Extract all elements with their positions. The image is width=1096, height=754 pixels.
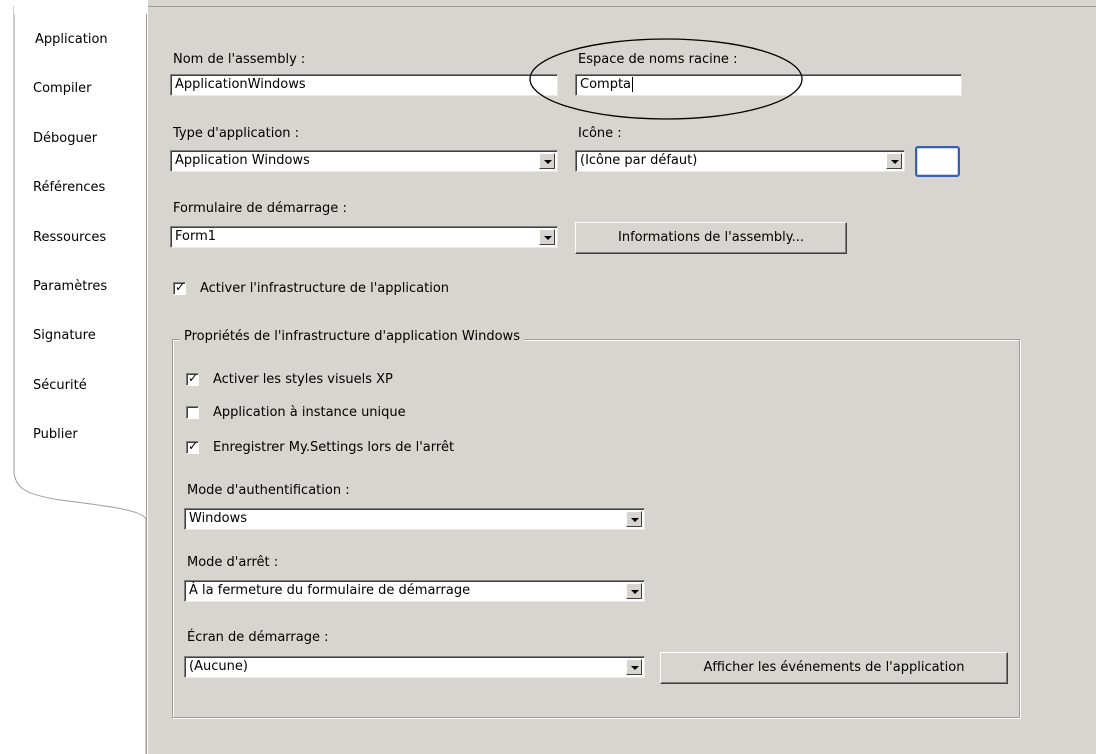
chevron-down-icon[interactable]: [886, 153, 902, 169]
text-cursor: [632, 77, 634, 92]
active-tab-cap: [14, 6, 148, 14]
icon-select[interactable]: (Icône par défaut): [575, 150, 905, 172]
enable-framework-checkbox[interactable]: ✓: [173, 280, 186, 295]
chevron-down-icon[interactable]: [539, 153, 555, 169]
tab-parametres[interactable]: Paramètres: [33, 279, 107, 294]
auth-mode-value: Windows: [189, 511, 248, 526]
assembly-name-input[interactable]: ApplicationWindows: [170, 74, 558, 96]
icon-preview: [915, 146, 960, 177]
app-type-label: Type d'application :: [173, 126, 300, 141]
startup-form-value: Form1: [175, 229, 217, 244]
single-instance-label: Application à instance unique: [213, 405, 406, 420]
view-events-button[interactable]: Afficher les événements de l'application: [660, 652, 1008, 684]
chevron-down-icon[interactable]: [626, 583, 642, 599]
chevron-down-icon[interactable]: [539, 229, 555, 245]
check-icon: ✓: [188, 439, 199, 453]
startup-form-select[interactable]: Form1: [170, 226, 558, 248]
tab-deboguer[interactable]: Déboguer: [33, 131, 97, 146]
startup-form-label: Formulaire de démarrage :: [173, 201, 347, 216]
shutdown-mode-value: À la fermeture du formulaire de démarrag…: [189, 583, 471, 598]
shutdown-mode-select[interactable]: À la fermeture du formulaire de démarrag…: [184, 580, 645, 602]
auth-mode-label: Mode d'authentification :: [187, 483, 350, 498]
tab-compiler[interactable]: Compiler: [33, 81, 92, 96]
root-namespace-label: Espace de noms racine :: [578, 52, 738, 67]
assembly-name-label: Nom de l'assembly :: [173, 52, 306, 67]
chevron-down-icon[interactable]: [626, 511, 642, 527]
enable-framework-label: Activer l'infrastructure de l'applicatio…: [200, 281, 450, 296]
tab-publier[interactable]: Publier: [33, 427, 78, 442]
save-settings-label: Enregistrer My.Settings lors de l'arrêt: [213, 440, 455, 455]
app-type-select[interactable]: Application Windows: [170, 150, 558, 172]
splash-screen-label: Écran de démarrage :: [187, 630, 329, 645]
save-settings-checkbox[interactable]: ✓: [186, 439, 199, 454]
tab-strip-shape: [13, 0, 148, 754]
tab-application[interactable]: Application: [35, 32, 108, 47]
icon-label: Icône :: [578, 126, 622, 141]
icon-value: (Icône par défaut): [580, 153, 698, 168]
tab-references[interactable]: Références: [33, 180, 105, 195]
check-icon: ✓: [175, 280, 186, 294]
tab-signature[interactable]: Signature: [33, 328, 96, 343]
app-type-value: Application Windows: [175, 153, 310, 168]
xp-styles-checkbox[interactable]: ✓: [186, 371, 199, 386]
top-border: [14, 6, 1096, 7]
single-instance-checkbox[interactable]: [186, 406, 199, 419]
splash-screen-select[interactable]: (Aucune): [184, 656, 645, 678]
assembly-info-button[interactable]: Informations de l'assembly...: [575, 222, 847, 254]
panel-border-highlight: [147, 13, 148, 754]
chevron-down-icon[interactable]: [626, 659, 642, 675]
splash-screen-value: (Aucune): [189, 659, 248, 674]
framework-properties-title: Propriétés de l'infrastructure d'applica…: [180, 329, 524, 344]
tab-securite[interactable]: Sécurité: [33, 378, 87, 393]
tab-ressources[interactable]: Ressources: [33, 230, 106, 245]
check-icon: ✓: [188, 371, 199, 385]
shutdown-mode-label: Mode d'arrêt :: [187, 555, 279, 570]
root-namespace-value: Compta: [580, 77, 632, 92]
root-namespace-input[interactable]: Compta: [575, 74, 962, 96]
auth-mode-select[interactable]: Windows: [184, 508, 645, 530]
xp-styles-label: Activer les styles visuels XP: [213, 372, 393, 387]
